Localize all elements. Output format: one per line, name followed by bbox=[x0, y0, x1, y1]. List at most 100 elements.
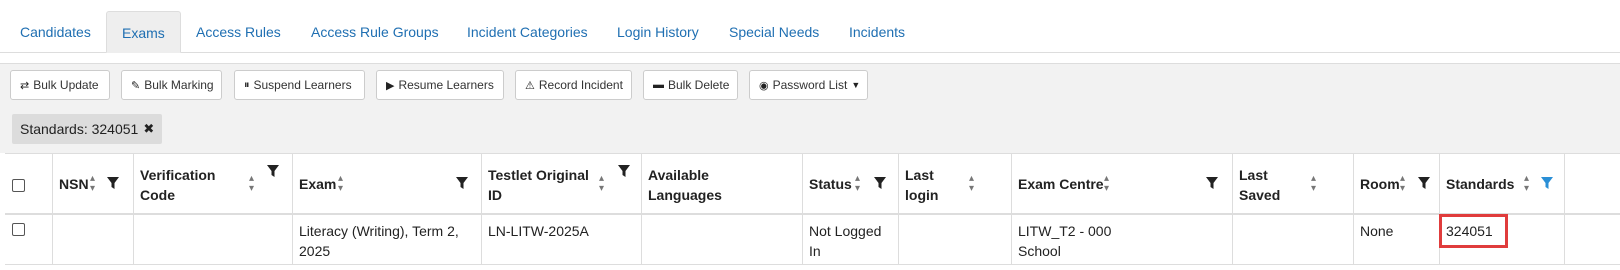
tab-exams[interactable]: Exams bbox=[106, 11, 181, 53]
sort-icon[interactable]: ▴ ▾ bbox=[338, 174, 343, 194]
filter-chip-label: Standards: 324051 bbox=[20, 121, 139, 137]
filter-icon[interactable] bbox=[266, 164, 280, 178]
minus-icon: ▬ bbox=[653, 79, 664, 91]
header-exam-centre[interactable]: Exam Centre ▴ ▾ bbox=[1012, 154, 1233, 213]
header-last-saved[interactable]: Last Saved ▴ ▾ bbox=[1233, 154, 1354, 213]
header-testlet-line1: Testlet Original bbox=[488, 167, 589, 183]
header-last-saved-line2: Saved bbox=[1239, 187, 1281, 203]
cell-standards: 324051 bbox=[1439, 214, 1565, 264]
header-room[interactable]: Room ▴ ▾ bbox=[1354, 154, 1440, 213]
suspend-learners-button[interactable]: ⏸ Suspend Learners bbox=[234, 70, 365, 100]
header-status-label: Status bbox=[809, 176, 852, 192]
edit-icon: ✎ bbox=[131, 79, 141, 92]
header-exam-centre-label: Exam Centre bbox=[1018, 176, 1104, 192]
warning-icon: ⚠ bbox=[525, 79, 535, 92]
bulk-delete-button[interactable]: ▬ Bulk Delete bbox=[643, 70, 738, 100]
filter-icon[interactable] bbox=[617, 164, 631, 178]
bulk-marking-button[interactable]: ✎ Bulk Marking bbox=[121, 70, 222, 100]
cell-exam-centre-value: LITW_T2 - 000 School bbox=[1018, 221, 1111, 261]
header-available-languages: Available Languages bbox=[642, 154, 803, 213]
header-verification-label: Verification Code bbox=[140, 165, 215, 205]
header-standards-label: Standards bbox=[1446, 176, 1515, 192]
table-header: NSN ▴ ▾ Verification Code ▴ ▾ Exam ▴ ▾ Test… bbox=[5, 153, 1620, 215]
row-checkbox[interactable] bbox=[12, 223, 25, 236]
cell-exam-centre: LITW_T2 - 000 School bbox=[1012, 215, 1233, 264]
sort-icon[interactable]: ▴ ▾ bbox=[249, 174, 254, 194]
cell-status-line1: Not Logged bbox=[809, 223, 882, 239]
cell-testlet-value: LN-LITW-2025A bbox=[488, 223, 589, 239]
password-list-button[interactable]: ◉ Password List ▼ bbox=[749, 70, 868, 100]
header-languages-label: Available Languages bbox=[648, 165, 722, 205]
filter-icon[interactable] bbox=[1205, 176, 1219, 190]
swap-arrows-icon: ⇄ bbox=[20, 79, 30, 92]
header-nsn-label: NSN bbox=[59, 176, 89, 192]
play-icon: ▶ bbox=[386, 79, 395, 92]
resume-learners-label: Resume Learners bbox=[398, 78, 494, 92]
cell-room: None bbox=[1354, 215, 1440, 264]
tab-incident-categories[interactable]: Incident Categories bbox=[452, 11, 603, 53]
header-standards[interactable]: Standards ▴ ▾ bbox=[1440, 154, 1565, 213]
header-nsn[interactable]: NSN ▴ ▾ bbox=[53, 154, 134, 213]
header-last-login-line1: Last bbox=[905, 167, 934, 183]
cell-verification-code bbox=[134, 215, 293, 264]
suspend-learners-label: Suspend Learners bbox=[253, 78, 352, 92]
sort-icon[interactable]: ▴ ▾ bbox=[1104, 174, 1109, 194]
sort-icon[interactable]: ▴ ▾ bbox=[1311, 174, 1316, 194]
remove-filter-icon[interactable]: ✖ bbox=[143, 121, 154, 137]
header-status[interactable]: Status ▴ ▾ bbox=[803, 154, 899, 213]
header-last-login[interactable]: Last login ▴ ▾ bbox=[899, 154, 1012, 213]
header-last-saved-label: Last Saved bbox=[1239, 165, 1280, 205]
header-last-login-line2: login bbox=[905, 187, 939, 203]
caret-down-icon: ▼ bbox=[851, 80, 861, 90]
active-filter-icon[interactable] bbox=[1540, 176, 1554, 190]
cell-last-saved bbox=[1233, 215, 1354, 264]
table-row: Literacy (Writing), Term 2, 2025 LN-LITW… bbox=[5, 214, 1620, 265]
header-room-label: Room bbox=[1360, 176, 1400, 192]
active-filter-chip: Standards: 324051 ✖ bbox=[12, 114, 163, 144]
header-last-saved-line1: Last bbox=[1239, 167, 1268, 183]
select-all-checkbox[interactable] bbox=[12, 179, 25, 192]
cell-nsn bbox=[53, 215, 134, 264]
tab-bar: Candidates Exams Access Rules Access Rul… bbox=[0, 0, 1620, 53]
filter-icon[interactable] bbox=[455, 176, 469, 190]
tab-candidates[interactable]: Candidates bbox=[5, 11, 106, 53]
filter-icon[interactable] bbox=[1417, 176, 1431, 190]
highlight-box bbox=[1439, 214, 1508, 248]
bulk-update-button[interactable]: ⇄ Bulk Update bbox=[10, 70, 110, 100]
header-select-all-cell bbox=[5, 154, 53, 213]
pause-icon: ⏸ bbox=[244, 78, 250, 91]
cell-exam-line2: 2025 bbox=[299, 243, 331, 259]
tab-login-history[interactable]: Login History bbox=[602, 11, 714, 53]
record-incident-label: Record Incident bbox=[538, 78, 623, 92]
sort-icon[interactable]: ▴ ▾ bbox=[1400, 174, 1405, 194]
bulk-marking-label: Bulk Marking bbox=[144, 78, 214, 92]
cell-exam-centre-line2: School bbox=[1018, 243, 1061, 259]
password-list-label: Password List bbox=[772, 78, 848, 92]
tab-incidents[interactable]: Incidents bbox=[834, 11, 920, 53]
header-testlet-line2: ID bbox=[488, 187, 502, 203]
header-verification-code[interactable]: Verification Code ▴ ▾ bbox=[134, 154, 293, 213]
header-exam[interactable]: Exam ▴ ▾ bbox=[293, 154, 482, 213]
sort-icon[interactable]: ▴ ▾ bbox=[599, 174, 604, 194]
header-testlet-id[interactable]: Testlet Original ID ▴ ▾ bbox=[482, 154, 642, 213]
header-exam-label: Exam bbox=[299, 176, 337, 192]
tab-access-rule-groups[interactable]: Access Rule Groups bbox=[296, 11, 454, 53]
bulk-update-label: Bulk Update bbox=[33, 78, 99, 92]
header-verification-line2: Code bbox=[140, 187, 175, 203]
header-languages-line2: Languages bbox=[648, 187, 722, 203]
sort-icon[interactable]: ▴ ▾ bbox=[90, 174, 95, 194]
resume-learners-button[interactable]: ▶ Resume Learners bbox=[376, 70, 504, 100]
cell-exam: Literacy (Writing), Term 2, 2025 bbox=[293, 215, 482, 264]
cell-exam-value: Literacy (Writing), Term 2, 2025 bbox=[299, 221, 459, 261]
sort-icon[interactable]: ▴ ▾ bbox=[969, 174, 974, 194]
record-incident-button[interactable]: ⚠ Record Incident bbox=[515, 70, 632, 100]
tab-access-rules[interactable]: Access Rules bbox=[181, 11, 296, 53]
sort-icon[interactable]: ▴ ▾ bbox=[855, 174, 860, 194]
filter-icon[interactable] bbox=[873, 176, 887, 190]
filter-icon[interactable] bbox=[106, 176, 120, 190]
sort-icon[interactable]: ▴ ▾ bbox=[1524, 174, 1529, 194]
tab-special-needs[interactable]: Special Needs bbox=[714, 11, 834, 53]
cell-exam-line1: Literacy (Writing), Term 2, bbox=[299, 223, 459, 239]
cell-exam-centre-line1: LITW_T2 - 000 bbox=[1018, 223, 1112, 239]
header-testlet-label: Testlet Original ID bbox=[488, 165, 589, 205]
